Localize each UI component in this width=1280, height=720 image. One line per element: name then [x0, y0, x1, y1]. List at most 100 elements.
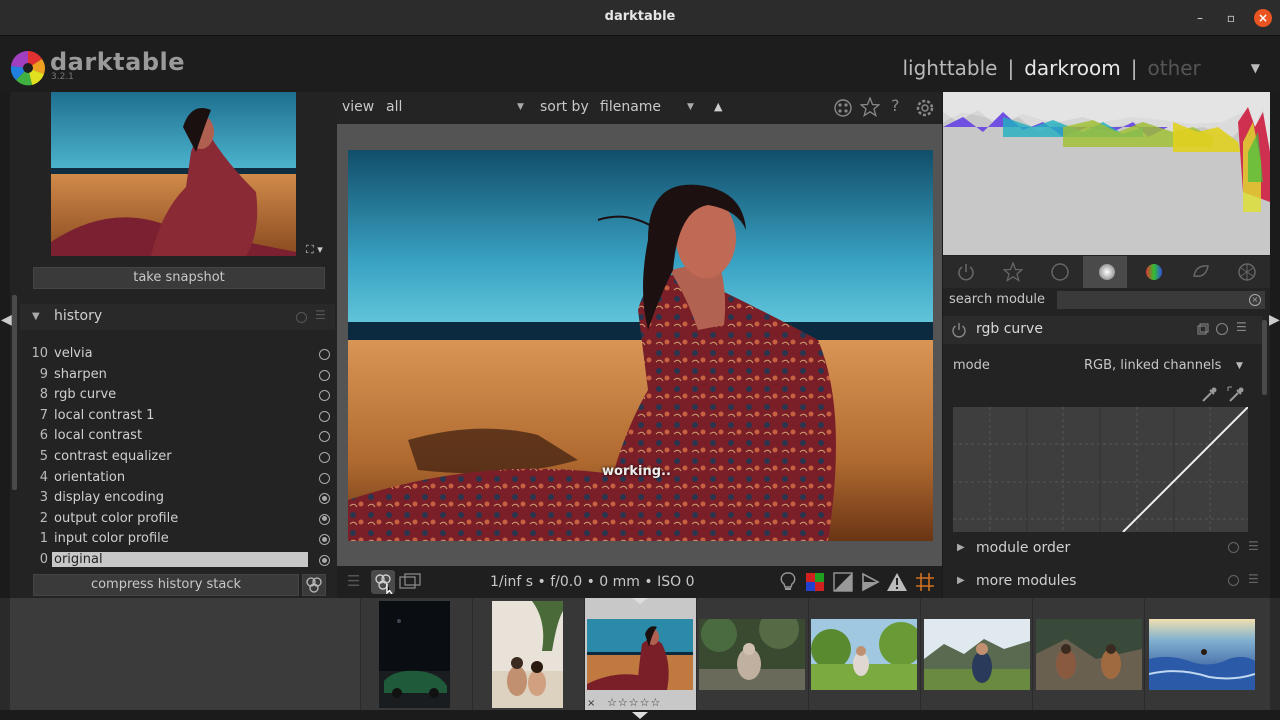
filmstrip-thumbnail-current[interactable] — [587, 619, 693, 690]
filmstrip-thumbnail[interactable] — [1036, 619, 1142, 690]
correct-group-icon[interactable] — [1191, 262, 1211, 282]
module-order-section[interactable]: ▶ module order ☰ — [943, 536, 1263, 564]
color-picker-icon[interactable] — [1200, 386, 1218, 404]
history-item[interactable]: 7 local contrast 1 — [30, 408, 330, 428]
module-reset-icon[interactable] — [1216, 323, 1228, 335]
history-item-label: velvia — [54, 346, 93, 361]
section-reset-icon[interactable] — [1228, 542, 1239, 553]
view-chevron-down-icon[interactable]: ▼ — [517, 102, 524, 112]
section-reset-icon[interactable] — [1228, 575, 1239, 586]
clear-search-icon[interactable]: × — [1249, 294, 1261, 306]
module-order-label: module order — [976, 540, 1071, 556]
history-item-number: 5 — [39, 449, 48, 464]
filmstrip-thumbnail[interactable] — [1149, 619, 1255, 690]
history-item[interactable]: 2 output color profile — [30, 511, 330, 531]
sort-label: sort by — [540, 99, 589, 115]
color-assessment-icon[interactable] — [805, 572, 825, 592]
close-button[interactable]: × — [1254, 9, 1272, 27]
view-filter-select[interactable]: all — [386, 99, 402, 115]
filmstrip-thumbnail[interactable] — [811, 619, 917, 690]
view-other[interactable]: other — [1147, 56, 1200, 80]
curve-graph[interactable] — [953, 406, 1249, 533]
sort-order-icon[interactable]: ▲ — [714, 100, 722, 113]
sort-select[interactable]: filename — [600, 99, 661, 115]
view-darkroom[interactable]: darkroom — [1024, 56, 1121, 80]
section-presets-icon[interactable]: ☰ — [1248, 539, 1259, 553]
history-item[interactable]: 5 contrast equalizer — [30, 449, 330, 469]
history-item-number: 8 — [39, 387, 48, 403]
exif-info: 1/inf s • f/0.0 • 0 mm • ISO 0 — [490, 574, 695, 590]
warning-icon[interactable] — [886, 572, 908, 592]
gamut-check-icon[interactable] — [860, 572, 880, 592]
grouping-icon[interactable] — [833, 98, 853, 118]
right-panel-scrollbar[interactable] — [1262, 320, 1267, 395]
header: darktable 3.2.1 lighttable | darkroom | … — [0, 36, 1280, 92]
filmstrip-thumbnail[interactable] — [379, 601, 450, 708]
second-window-icon[interactable] — [399, 573, 421, 591]
collapse-left-icon[interactable]: ◀ — [1, 312, 12, 328]
quick-access-menu-icon[interactable]: ☰ — [347, 572, 360, 590]
filmstrip-thumbnail[interactable] — [924, 619, 1030, 690]
create-style-icon[interactable] — [302, 574, 326, 596]
expand-arrow-icon: ▶ — [957, 575, 965, 586]
help-icon[interactable]: ? — [891, 96, 900, 115]
always-on-icon — [319, 534, 330, 546]
history-item[interactable]: 1 input color profile — [30, 531, 330, 551]
history-item[interactable]: 8 rgb curve — [30, 387, 330, 407]
reset-icon[interactable] — [296, 312, 307, 323]
mode-chevron-down-icon[interactable]: ▼ — [1236, 361, 1243, 371]
power-icon — [319, 431, 330, 443]
basic-group-icon[interactable] — [1050, 262, 1070, 282]
effect-group-icon[interactable] — [1237, 262, 1257, 282]
chevron-down-icon[interactable]: ▼ — [1251, 61, 1260, 75]
collapse-right-icon[interactable]: ▶ — [1269, 312, 1280, 328]
styles-icon[interactable] — [371, 570, 395, 595]
compress-history-button[interactable]: compress history stack — [33, 574, 299, 596]
processing-status: working.. — [602, 464, 671, 479]
maximize-button[interactable]: ▫ — [1222, 9, 1240, 27]
navigation-thumbnail[interactable] — [51, 92, 296, 256]
active-modules-icon[interactable] — [956, 262, 976, 282]
more-modules-section[interactable]: ▶ more modules ☰ — [943, 569, 1263, 597]
power-icon — [319, 472, 330, 484]
filmstrip-thumbnail[interactable] — [699, 619, 805, 690]
softproof-icon[interactable] — [833, 572, 853, 592]
section-presets-icon[interactable]: ☰ — [1248, 572, 1259, 586]
history-item[interactable]: 4 orientation — [30, 470, 330, 490]
mode-select[interactable]: RGB, linked channels — [1084, 358, 1221, 373]
history-item[interactable]: 3 display encoding — [30, 490, 330, 510]
color-group-icon[interactable] — [1144, 262, 1164, 282]
collapse-bottom-icon[interactable] — [632, 712, 648, 719]
view-lighttable[interactable]: lighttable — [903, 56, 998, 80]
history-item[interactable]: 0 original — [30, 552, 330, 572]
history-item-number: 0 — [39, 552, 48, 567]
reject-icon[interactable]: × — [587, 698, 595, 709]
filmstrip-thumbnail[interactable] — [492, 601, 563, 708]
history-item[interactable]: 6 local contrast — [30, 428, 330, 448]
presets-menu-icon[interactable]: ☰ — [315, 308, 326, 322]
search-module-input[interactable] — [1057, 291, 1265, 309]
star-rating[interactable]: ☆☆☆☆☆ — [607, 696, 661, 709]
collapse-arrow-icon[interactable]: ▼ — [32, 311, 40, 322]
take-snapshot-button[interactable]: take snapshot — [33, 267, 325, 289]
multi-instance-icon[interactable] — [1197, 323, 1209, 335]
main-image[interactable] — [348, 150, 933, 541]
module-presets-icon[interactable]: ☰ — [1236, 320, 1247, 334]
star-icon[interactable] — [860, 97, 880, 117]
history-item[interactable]: 9 sharpen — [30, 367, 330, 387]
tone-group-icon[interactable] — [1097, 262, 1117, 282]
histogram[interactable] — [943, 92, 1270, 255]
history-item[interactable]: 10 velvia — [30, 346, 330, 366]
favorites-icon[interactable] — [1003, 262, 1023, 282]
view-separator: | — [1007, 56, 1015, 80]
sort-chevron-down-icon[interactable]: ▼ — [687, 102, 694, 112]
power-icon — [319, 410, 330, 422]
bulb-icon[interactable] — [779, 571, 797, 593]
module-power-icon[interactable] — [951, 322, 967, 338]
area-color-picker-icon[interactable] — [1227, 386, 1245, 404]
guides-icon[interactable] — [915, 572, 935, 592]
expand-icon[interactable]: ⛶ ▾ — [306, 243, 323, 257]
gear-icon[interactable] — [914, 97, 936, 119]
minimize-button[interactable]: – — [1191, 9, 1209, 27]
left-panel-scrollbar[interactable] — [12, 295, 17, 490]
